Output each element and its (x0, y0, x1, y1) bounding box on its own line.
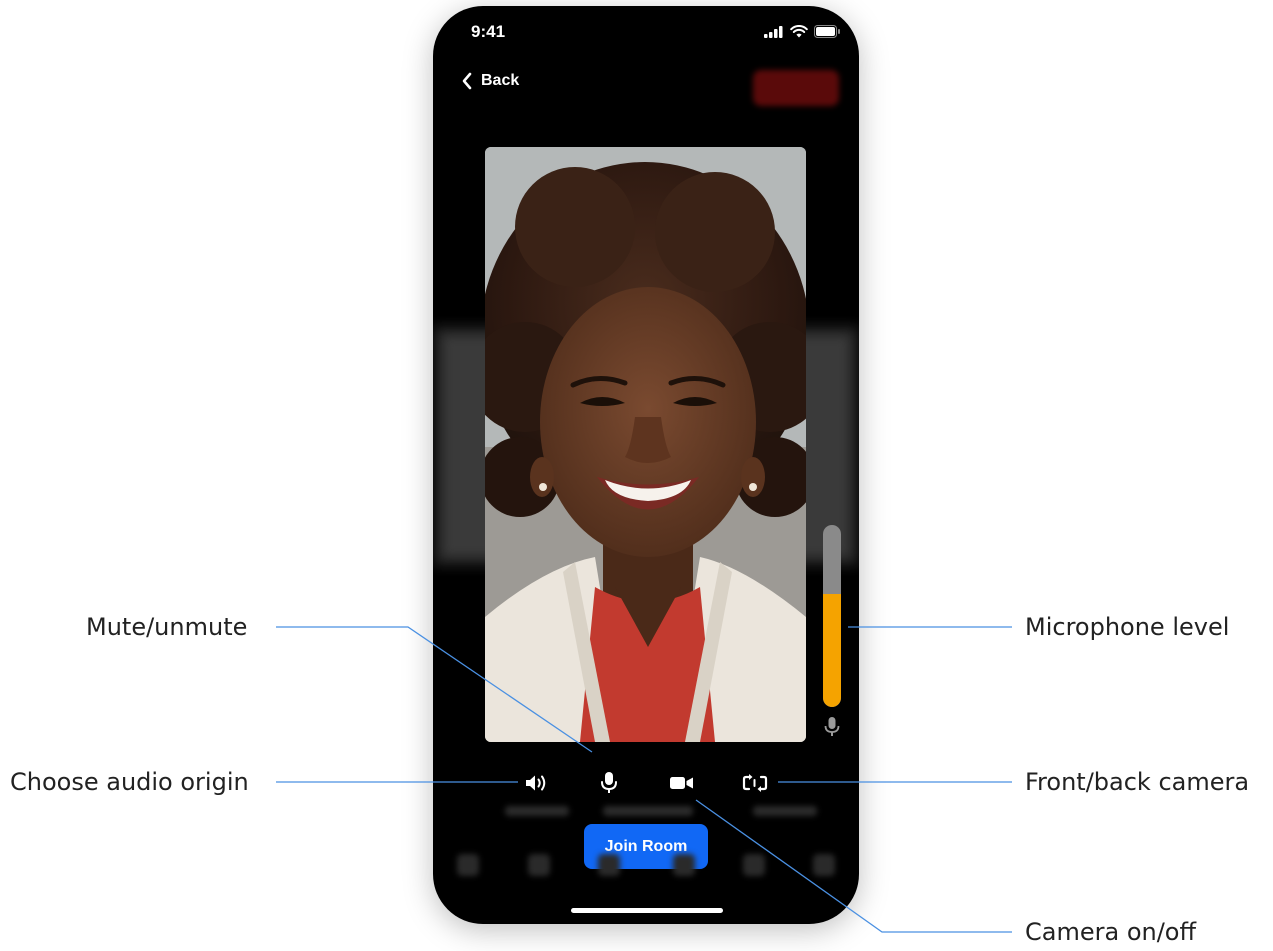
callout-audio-origin: Choose audio origin (10, 768, 249, 796)
blurred-tab-item (457, 854, 479, 876)
phone-frame: 9:41 Back Join Room (433, 6, 859, 924)
navigation-bar: Back (433, 68, 859, 112)
speaker-icon (526, 775, 546, 791)
callout-front-back: Front/back camera (1025, 768, 1250, 796)
mute-button[interactable] (592, 766, 626, 800)
callout-camera-toggle: Camera on/off (1025, 918, 1197, 946)
microphone-level-fill (823, 594, 841, 707)
blurred-tab-item (673, 854, 695, 876)
back-label: Back (481, 72, 520, 89)
blurred-control-label (505, 806, 569, 816)
blurred-tab-item (528, 854, 550, 876)
switch-camera-button[interactable] (738, 766, 772, 800)
chevron-left-icon (462, 72, 472, 90)
media-controls (433, 766, 859, 800)
video-camera-icon (670, 777, 693, 789)
microphone-icon (601, 772, 617, 793)
status-icons (764, 25, 841, 38)
status-bar: 9:41 (433, 6, 859, 58)
status-time: 9:41 (471, 22, 506, 41)
home-indicator (571, 908, 723, 913)
audio-output-button[interactable] (520, 766, 554, 800)
leave-button[interactable] (753, 70, 839, 106)
camera-preview (485, 147, 806, 742)
blurred-control-label (603, 806, 693, 816)
screenshot-page: 9:41 Back Join Room Mute/unmute Choose a… (0, 0, 1273, 951)
signal-icon (764, 25, 783, 38)
battery-icon (814, 25, 840, 38)
blurred-control-label (753, 806, 817, 816)
microphone-level-icon (824, 717, 840, 736)
participant-video-image (485, 147, 806, 742)
camera-toggle-button[interactable] (665, 766, 699, 800)
callout-mute: Mute/unmute (86, 613, 248, 641)
callout-mic-level: Microphone level (1025, 613, 1230, 641)
back-button[interactable]: Back (461, 72, 519, 90)
blurred-tab-item (743, 854, 765, 876)
camera-switch-icon (742, 774, 768, 792)
blurred-tab-item (813, 854, 835, 876)
wifi-icon (790, 25, 808, 38)
blurred-tab-item (598, 854, 620, 876)
microphone-level-meter (823, 525, 841, 707)
